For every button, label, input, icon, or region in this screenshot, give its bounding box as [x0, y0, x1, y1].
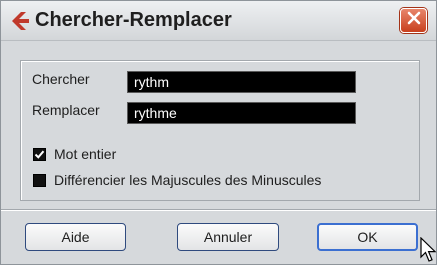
- find-replace-dialog: Chercher-Remplacer Chercher rythm Rempla…: [0, 0, 437, 265]
- whole-word-label: Mot entier: [54, 146, 117, 162]
- window-title: Chercher-Remplacer: [35, 9, 232, 31]
- divider: [1, 209, 436, 211]
- replace-input[interactable]: rythme: [127, 102, 356, 124]
- help-button[interactable]: Aide: [25, 223, 126, 251]
- title-bar[interactable]: Chercher-Remplacer: [1, 1, 436, 41]
- find-label: Chercher: [32, 71, 90, 87]
- ok-button[interactable]: OK: [317, 223, 418, 251]
- app-logo-icon: [10, 11, 30, 31]
- close-icon: [407, 11, 421, 30]
- cancel-button[interactable]: Annuler: [177, 223, 279, 251]
- checkmark-icon: [34, 149, 45, 160]
- close-button[interactable]: [400, 8, 427, 33]
- match-case-label: Différencier les Majuscules des Minuscul…: [54, 172, 322, 188]
- whole-word-checkbox[interactable]: [33, 148, 46, 161]
- replace-label: Remplacer: [32, 102, 100, 118]
- mouse-pointer-icon: [420, 236, 437, 265]
- match-case-checkbox[interactable]: [33, 174, 46, 187]
- find-input[interactable]: rythm: [127, 71, 356, 93]
